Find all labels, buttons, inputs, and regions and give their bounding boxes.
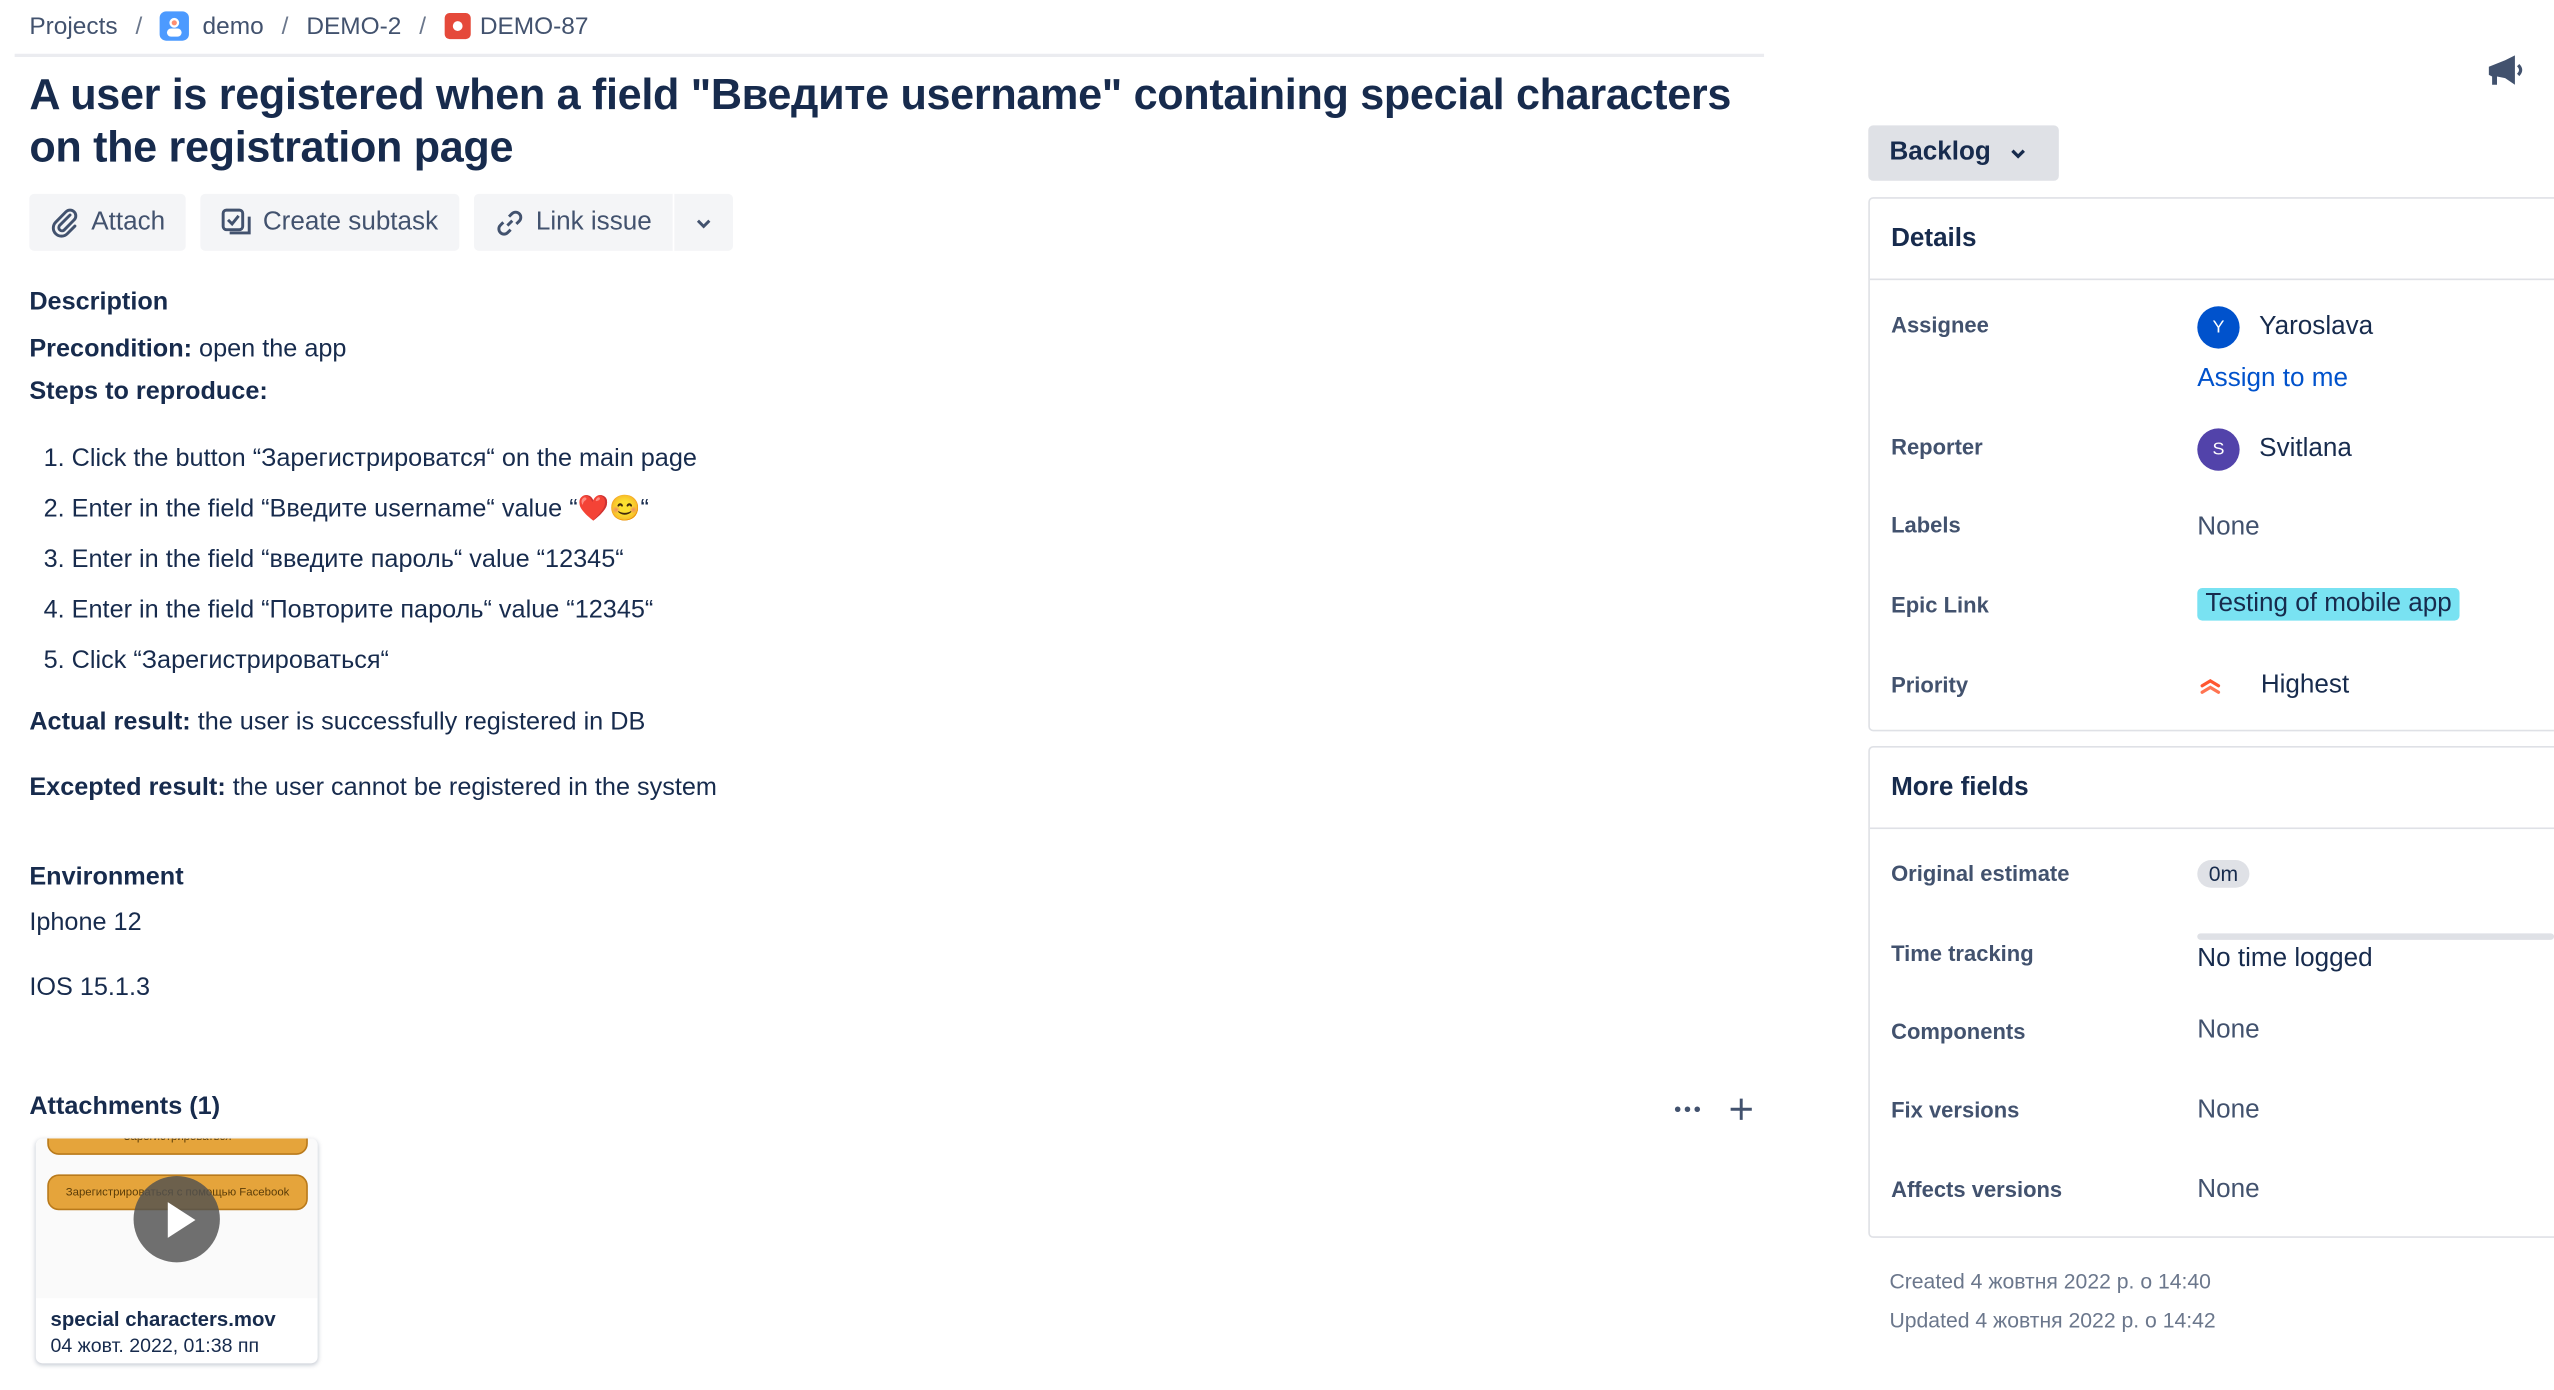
- assign-to-me-link[interactable]: Assign to me: [2197, 365, 2348, 394]
- priority-field[interactable]: Highest: [2197, 671, 2349, 700]
- reporter-name: Svitlana: [2259, 434, 2352, 463]
- steps-list: Click the button “Зарегистрироватся“ on …: [29, 440, 697, 692]
- status-label: Backlog: [1889, 138, 1991, 167]
- more-fields-heading[interactable]: More fields: [1869, 748, 2554, 830]
- reporter-label: Reporter: [1891, 434, 1983, 460]
- fix-versions-label: Fix versions: [1891, 1097, 2020, 1123]
- original-estimate-value: 0m: [2197, 860, 2250, 888]
- link-icon: [497, 209, 523, 235]
- create-subtask-label: Create subtask: [262, 207, 439, 236]
- attachments-heading: Attachments (1): [29, 1092, 221, 1121]
- breadcrumb-project[interactable]: demo: [203, 12, 264, 40]
- reporter-field[interactable]: S Svitlana: [2197, 428, 2352, 471]
- list-item: Enter in the field “введите пароль“ valu…: [72, 541, 697, 591]
- actual-result-label: Actual result:: [29, 708, 191, 737]
- epic-lozenge[interactable]: Testing of mobile app: [2197, 588, 2460, 621]
- time-tracking-label: Time tracking: [1891, 941, 2034, 966]
- plus-icon: [1730, 1098, 1752, 1120]
- list-item: Click “Зарегистрироваться“: [72, 642, 697, 692]
- description-heading: Description: [29, 288, 169, 316]
- breadcrumb: Projects / demo / DEMO-2 / DEMO-87: [29, 10, 588, 43]
- epic-link-label: Epic Link: [1891, 592, 1989, 618]
- add-attachment-button[interactable]: [1723, 1091, 1759, 1127]
- attach-button[interactable]: Attach: [29, 193, 187, 251]
- original-estimate-field[interactable]: 0m: [2197, 860, 2250, 888]
- time-tracking-value[interactable]: No time logged: [2197, 945, 2372, 974]
- avatar: Y: [2197, 306, 2240, 349]
- list-item: Enter in the field “Повторите пароль“ va…: [72, 591, 697, 641]
- breadcrumb-divider: [14, 53, 1765, 58]
- link-issue-label: Link issue: [535, 207, 652, 236]
- assignee-label: Assignee: [1891, 312, 1989, 338]
- project-avatar-icon: [160, 11, 190, 41]
- time-tracking-bar[interactable]: [2197, 933, 2554, 940]
- attachment-card[interactable]: Зарегистрироваться Зарегистрироваться с …: [35, 1138, 318, 1364]
- precondition-label: Precondition:: [29, 335, 193, 364]
- more-actions-button[interactable]: [674, 193, 734, 251]
- issue-toolbar: Attach Create subtask Link issue: [29, 193, 748, 251]
- labels-label: Labels: [1891, 513, 1961, 538]
- megaphone-icon[interactable]: [2482, 50, 2524, 92]
- created-date: Created 4 жовтня 2022 р. о 14:40: [1889, 1268, 2211, 1294]
- epic-link-field[interactable]: Testing of mobile app: [2197, 588, 2460, 621]
- expected-result-label: Excepted result:: [29, 773, 226, 802]
- paperclip-icon: [51, 207, 78, 237]
- priority-highest-icon: [2200, 678, 2221, 694]
- link-issue-button[interactable]: Link issue: [473, 193, 673, 251]
- environment-line[interactable]: IOS 15.1.3: [29, 974, 150, 1003]
- assignee-name: Yaroslava: [2259, 312, 2374, 341]
- steps-label: Steps to reproduce:: [29, 377, 268, 406]
- bug-icon: [443, 13, 471, 40]
- subtask-icon: [222, 207, 252, 234]
- preview-button-top: Зарегистрироваться: [47, 1138, 308, 1155]
- issue-view: Projects / demo / DEMO-2 / DEMO-87 A use…: [0, 0, 2554, 1388]
- details-heading[interactable]: Details: [1869, 199, 2554, 281]
- attachments-more-button[interactable]: [1670, 1091, 1706, 1127]
- status-dropdown[interactable]: Backlog: [1868, 125, 2059, 181]
- avatar: S: [2197, 428, 2240, 471]
- components-label: Components: [1891, 1019, 2026, 1045]
- breadcrumb-projects[interactable]: Projects: [29, 12, 117, 40]
- video-preview: Зарегистрироваться Зарегистрироваться с …: [35, 1138, 318, 1299]
- chevron-down-icon: [697, 218, 711, 228]
- list-item: Enter in the field “Введите username“ va…: [72, 490, 697, 540]
- actual-result: Actual result: the user is successfully …: [29, 709, 645, 738]
- create-subtask-button[interactable]: Create subtask: [200, 193, 460, 251]
- more-horizontal-icon: [1674, 1106, 1701, 1113]
- steps-heading: Steps to reproduce:: [29, 378, 267, 407]
- precondition-text: open the app: [192, 335, 347, 364]
- expected-result-text: the user cannot be registered in the sys…: [225, 773, 717, 802]
- breadcrumb-separator: /: [419, 12, 427, 40]
- breadcrumb-separator: /: [135, 12, 143, 40]
- original-estimate-label: Original estimate: [1891, 861, 2070, 887]
- breadcrumb-issue-key[interactable]: DEMO-87: [480, 12, 589, 40]
- chevron-down-icon: [2011, 149, 2026, 159]
- list-item: Click the button “Зарегистрироватся“ on …: [72, 440, 697, 490]
- issue-title[interactable]: A user is registered when a field "Введи…: [29, 68, 1756, 172]
- assignee-field[interactable]: Y Yaroslava: [2197, 306, 2374, 349]
- precondition[interactable]: Precondition: open the app: [29, 336, 346, 365]
- affects-versions-field[interactable]: None: [2197, 1176, 2259, 1205]
- attach-label: Attach: [91, 207, 166, 236]
- priority-value: Highest: [2260, 671, 2350, 699]
- updated-date: Updated 4 жовтня 2022 р. о 14:42: [1889, 1307, 2216, 1333]
- labels-field[interactable]: None: [2197, 513, 2259, 542]
- more-fields-panel: More fields: [1868, 746, 2554, 1238]
- fix-versions-field[interactable]: None: [2197, 1096, 2259, 1125]
- actual-result-text: the user is successfully registered in D…: [190, 708, 646, 737]
- attachment-date: 04 жовт. 2022, 01:38 пп: [50, 1334, 260, 1357]
- affects-versions-label: Affects versions: [1891, 1177, 2063, 1203]
- breadcrumb-separator: /: [281, 12, 289, 40]
- attachment-name: special characters.mov: [50, 1307, 276, 1331]
- breadcrumb-parent-issue[interactable]: DEMO-2: [306, 12, 401, 40]
- priority-label: Priority: [1891, 672, 1969, 698]
- play-icon[interactable]: [133, 1176, 220, 1263]
- expected-result: Excepted result: the user cannot be regi…: [29, 774, 717, 803]
- components-field[interactable]: None: [2197, 1016, 2259, 1045]
- environment-line[interactable]: Iphone 12: [29, 909, 141, 938]
- environment-heading: Environment: [29, 863, 184, 891]
